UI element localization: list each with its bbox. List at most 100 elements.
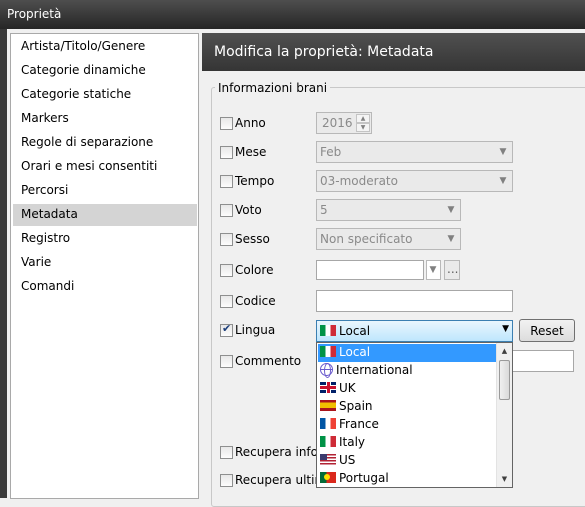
- sidebar-item-artista[interactable]: Artista/Titolo/Genere: [13, 36, 197, 58]
- dropdown-option-us[interactable]: US: [318, 452, 496, 470]
- chevron-down-icon: ▼: [502, 324, 509, 334]
- scrollbar-thumb[interactable]: [499, 360, 510, 400]
- language-dropdown-list[interactable]: Local International UK Spain France Ital…: [316, 342, 513, 488]
- codice-input[interactable]: [316, 290, 513, 312]
- tempo-checkbox[interactable]: [220, 175, 233, 188]
- option-label: Italy: [339, 435, 366, 449]
- colore-dropdown[interactable]: ▼: [426, 260, 441, 280]
- scroll-up-icon[interactable]: ▲: [497, 343, 512, 359]
- dropdown-option-france[interactable]: France: [318, 416, 496, 434]
- tempo-value: 03-moderato: [320, 174, 398, 188]
- recupera-ultimo-checkbox[interactable]: [220, 474, 233, 487]
- mese-value: Feb: [320, 145, 342, 159]
- scroll-down-icon[interactable]: ▼: [497, 471, 512, 487]
- us-flag-icon: [320, 454, 336, 465]
- anno-spinner[interactable]: 2016 ▲ ▼: [316, 112, 372, 134]
- sesso-value: Non specificato: [320, 232, 413, 246]
- mese-checkbox[interactable]: [220, 146, 233, 159]
- dropdown-scrollbar[interactable]: ▲ ▼: [496, 343, 512, 487]
- window-title-bar: Proprietà: [0, 0, 585, 29]
- lingua-select[interactable]: Local ▼: [316, 320, 513, 342]
- dropdown-option-international[interactable]: International: [318, 362, 496, 380]
- option-label: UK: [339, 381, 356, 395]
- sesso-label: Sesso: [235, 232, 270, 246]
- spain-flag-icon: [320, 400, 336, 411]
- sidebar-item-label: Varie: [21, 255, 52, 269]
- sidebar-item-label: Markers: [21, 111, 69, 125]
- voto-select[interactable]: 5 ▼: [316, 199, 461, 221]
- mese-select[interactable]: Feb ▼: [316, 141, 513, 163]
- sidebar-item-categorie-statiche[interactable]: Categorie statiche: [13, 84, 197, 106]
- tempo-label: Tempo: [235, 174, 275, 188]
- colore-label: Colore: [235, 263, 274, 277]
- voto-label: Voto: [235, 203, 262, 217]
- sidebar-item-categorie-dinamiche[interactable]: Categorie dinamiche: [13, 60, 197, 82]
- dropdown-option-local[interactable]: Local: [318, 344, 496, 362]
- sidebar-item-label: Regole di separazione: [21, 135, 154, 149]
- option-label: France: [339, 417, 379, 431]
- option-label: Portugal: [339, 471, 389, 485]
- chevron-down-icon: ▼: [499, 176, 507, 186]
- codice-label: Codice: [235, 294, 276, 308]
- sesso-checkbox[interactable]: [220, 233, 233, 246]
- sidebar-item-label: Categorie statiche: [21, 87, 132, 101]
- page-header: Modifica la proprietà: Metadata: [202, 33, 585, 71]
- colore-swatch[interactable]: [316, 260, 424, 280]
- recupera-ultimo-label: Recupera ultim: [235, 473, 327, 487]
- sesso-select[interactable]: Non specificato ▼: [316, 228, 461, 250]
- sidebar-item-label: Comandi: [21, 279, 75, 293]
- recupera-info-label: Recupera infor: [235, 445, 323, 459]
- window-frame: [0, 29, 7, 498]
- portugal-flag-icon: [320, 472, 336, 483]
- voto-checkbox[interactable]: [220, 204, 233, 217]
- anno-label: Anno: [235, 116, 266, 130]
- spin-up-icon[interactable]: ▲: [356, 114, 370, 123]
- chevron-down-icon: ▼: [499, 147, 507, 157]
- globe-icon: [320, 363, 333, 378]
- dropdown-option-portugal[interactable]: Portugal: [318, 470, 496, 487]
- sidebar-item-label: Registro: [21, 231, 71, 245]
- anno-spin-buttons[interactable]: ▲ ▼: [356, 114, 370, 132]
- tempo-select[interactable]: 03-moderato ▼: [316, 170, 513, 192]
- chevron-down-icon: ▼: [447, 234, 455, 244]
- france-flag-icon: [320, 418, 336, 429]
- sidebar-item-metadata[interactable]: Metadata: [13, 204, 197, 226]
- window-title: Proprietà: [7, 7, 62, 21]
- commento-input[interactable]: [512, 350, 574, 372]
- sidebar-item-orari[interactable]: Orari e mesi consentiti: [13, 156, 197, 178]
- property-sidebar: Artista/Titolo/Genere Categorie dinamich…: [10, 33, 199, 499]
- voto-value: 5: [320, 203, 328, 217]
- sidebar-item-regole[interactable]: Regole di separazione: [13, 132, 197, 154]
- sidebar-item-varie[interactable]: Varie: [13, 252, 197, 274]
- recupera-info-checkbox[interactable]: [220, 446, 233, 459]
- sidebar-item-markers[interactable]: Markers: [13, 108, 197, 130]
- anno-checkbox[interactable]: [220, 117, 233, 130]
- page-title: Modifica la proprietà: Metadata: [214, 44, 434, 60]
- sidebar-item-label: Orari e mesi consentiti: [21, 159, 158, 173]
- commento-checkbox[interactable]: [220, 355, 233, 368]
- sidebar-item-label: Artista/Titolo/Genere: [21, 39, 146, 53]
- sidebar-item-registro[interactable]: Registro: [13, 228, 197, 250]
- reset-button[interactable]: Reset: [519, 319, 575, 342]
- anno-value: 2016: [322, 116, 353, 130]
- chevron-down-icon: ▼: [429, 265, 437, 275]
- option-label: US: [339, 453, 356, 467]
- dropdown-option-uk[interactable]: UK: [318, 380, 496, 398]
- sidebar-item-percorsi[interactable]: Percorsi: [13, 180, 197, 202]
- colore-checkbox[interactable]: [220, 264, 233, 277]
- lingua-checkbox[interactable]: [220, 322, 233, 337]
- italy-flag-icon: [320, 346, 336, 357]
- option-label: International: [336, 363, 413, 377]
- spin-down-icon[interactable]: ▼: [356, 123, 370, 132]
- codice-checkbox[interactable]: [220, 295, 233, 308]
- dropdown-option-italy[interactable]: Italy: [318, 434, 496, 452]
- option-label: Spain: [339, 399, 373, 413]
- uk-flag-icon: [320, 382, 336, 393]
- mese-label: Mese: [235, 145, 267, 159]
- colore-browse-button[interactable]: ...: [444, 260, 460, 280]
- sidebar-item-label: Metadata: [21, 207, 78, 221]
- reset-label: Reset: [530, 324, 564, 338]
- dropdown-option-spain[interactable]: Spain: [318, 398, 496, 416]
- sidebar-item-comandi[interactable]: Comandi: [13, 276, 197, 298]
- sidebar-item-label: Percorsi: [21, 183, 69, 197]
